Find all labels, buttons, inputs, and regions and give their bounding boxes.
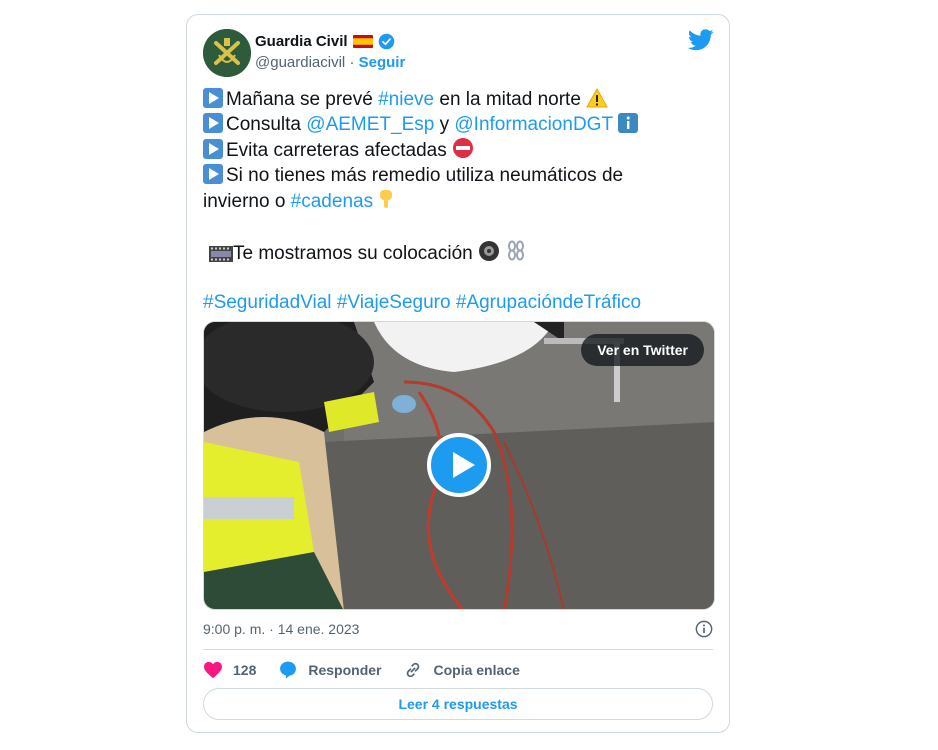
divider <box>203 649 713 650</box>
like-count: 128 <box>233 662 257 678</box>
tweet-line-6: Te mostramos su colocación <box>203 240 723 267</box>
text-segment: y <box>434 113 455 135</box>
warning-emoji-icon <box>586 88 609 108</box>
heart-icon <box>204 661 222 679</box>
mention-dgt[interactable]: @InformacionDGT <box>454 114 612 135</box>
tweet-hashtags: #SeguridadVial #ViajeSeguro #Agrupaciónd… <box>203 291 723 316</box>
spain-flag-icon <box>352 35 373 48</box>
chains-emoji-icon <box>508 240 525 261</box>
hashtag-viajeseguro[interactable]: #ViajeSeguro <box>337 292 451 313</box>
hashtag-nieve[interactable]: #nieve <box>378 89 434 110</box>
video-player[interactable]: Ver en Twitter <box>203 321 715 610</box>
hashtag-seguridadvial[interactable]: #SeguridadVial <box>203 292 332 313</box>
tweet-line-5: invierno o #cadenas <box>203 188 723 215</box>
play-arrow-emoji-icon <box>203 88 223 108</box>
follow-button[interactable]: Seguir <box>359 54 406 71</box>
play-arrow-emoji-icon <box>203 139 223 160</box>
like-button[interactable]: 128 <box>203 661 256 679</box>
author-handle[interactable]: @guardiacivil <box>255 54 345 71</box>
wheel-emoji-icon <box>479 240 499 261</box>
handle-separator: · <box>349 54 355 71</box>
text-segment: Evita carreteras afectadas <box>226 140 447 162</box>
reply-button[interactable]: Responder <box>278 660 381 680</box>
info-emoji-icon <box>618 112 638 133</box>
mention-aemet[interactable]: @AEMET_Esp <box>306 114 434 135</box>
hashtag-agrupaciondetrafico[interactable]: #AgrupacióndeTráfico <box>456 292 641 313</box>
view-on-twitter-button[interactable]: Ver en Twitter <box>581 334 704 366</box>
play-arrow-emoji-icon <box>203 163 223 184</box>
verified-badge-icon <box>378 33 394 50</box>
no-entry-emoji-icon <box>453 138 473 159</box>
read-replies-button[interactable]: Leer 4 respuestas <box>203 688 713 720</box>
text-segment: Consulta <box>226 113 307 135</box>
text-segment: en la mitad norte <box>434 89 581 110</box>
text-segment: invierno o <box>203 191 291 213</box>
tweet-line-1: Mañana se prevé #nieve en la mitad norte <box>203 88 723 113</box>
reply-label: Responder <box>308 662 382 678</box>
tweet-text: Mañana se prevé #nieve en la mitad norte… <box>203 88 723 315</box>
text-segment: Si no tienes más remedio utiliza neumáti… <box>226 164 624 186</box>
play-video-button[interactable] <box>427 433 491 497</box>
hashtag-cadenas[interactable]: #cadenas <box>291 191 373 212</box>
copy-link-button[interactable]: Copia enlace <box>403 660 520 680</box>
tweet-line-3: Evita carreteras afectadas <box>203 137 723 164</box>
info-icon[interactable] <box>695 620 713 638</box>
twitter-bird-icon[interactable] <box>688 29 714 51</box>
play-arrow-emoji-icon <box>203 112 223 133</box>
tweet-line-4: Si no tienes más remedio utiliza neumáti… <box>203 163 723 189</box>
author-name[interactable]: Guardia Civil <box>255 33 348 50</box>
pointing-down-emoji-icon <box>380 190 393 209</box>
text-segment: Mañana se prevé <box>226 89 379 110</box>
tweet-card: Guardia Civil @guardiacivil · Seguir Mañ… <box>186 14 730 733</box>
copy-link-label: Copia enlace <box>433 662 520 678</box>
link-icon <box>407 662 420 678</box>
text-segment: Te mostramos su colocación <box>233 242 473 264</box>
film-strip-emoji-icon <box>209 245 233 262</box>
action-bar: 128 Responder Copia enlace <box>203 660 542 680</box>
reply-bubble-icon <box>280 661 297 679</box>
tweet-timestamp[interactable]: 9:00 p. m. · 14 ene. 2023 <box>203 621 359 637</box>
tweet-line-2: Consulta @AEMET_Esp y @InformacionDGT <box>203 112 723 138</box>
avatar[interactable] <box>203 29 251 77</box>
